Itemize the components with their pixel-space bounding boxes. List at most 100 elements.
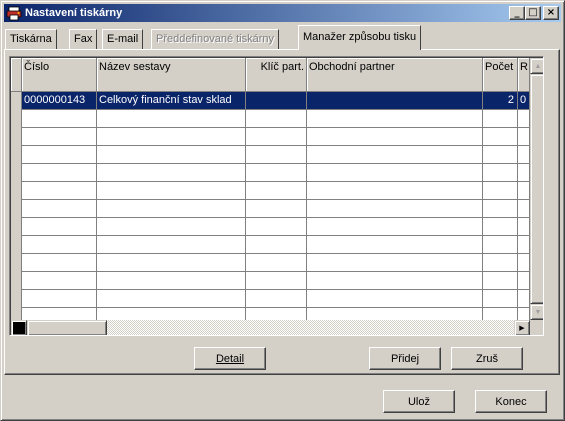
tab-predefined-printers[interactable]: Předdefinované tiskárny bbox=[151, 29, 280, 49]
scroll-down-arrow-icon[interactable]: ▼ bbox=[530, 304, 543, 320]
table-cell bbox=[97, 272, 246, 290]
table-cell bbox=[307, 146, 483, 164]
cell-nazev-sestavy: Celkový finanční stav sklad bbox=[97, 92, 246, 110]
table-cell bbox=[518, 236, 530, 254]
close-button[interactable]: × bbox=[543, 6, 559, 20]
tab-fax[interactable]: Fax bbox=[69, 29, 98, 49]
horizontal-scrollbar[interactable]: ◀ ▶ bbox=[11, 320, 530, 335]
table-cell bbox=[483, 236, 518, 254]
table-cell bbox=[483, 200, 518, 218]
table-cell bbox=[97, 182, 246, 200]
scroll-corner bbox=[530, 320, 543, 335]
table-cell bbox=[97, 254, 246, 272]
title-bar[interactable]: Nastavení tiskárny _ □ × bbox=[4, 4, 561, 22]
table-cell bbox=[22, 110, 97, 128]
vertical-scrollbar[interactable]: ▲ ▼ bbox=[530, 58, 543, 320]
table-cell bbox=[22, 182, 97, 200]
maximize-button[interactable]: □ bbox=[525, 6, 541, 20]
table-cell bbox=[518, 218, 530, 236]
printer-icon bbox=[6, 6, 22, 21]
table-cell bbox=[307, 164, 483, 182]
table-cell bbox=[246, 110, 307, 128]
cancel-button[interactable]: Zruš bbox=[451, 347, 523, 370]
col-header-klic-part[interactable]: Klíč part. bbox=[246, 58, 307, 92]
table-cell bbox=[518, 110, 530, 128]
col-header-r[interactable]: R bbox=[518, 58, 530, 92]
table-cell bbox=[246, 146, 307, 164]
table-cell bbox=[246, 182, 307, 200]
table-cell bbox=[483, 110, 518, 128]
horizontal-scroll-thumb[interactable] bbox=[27, 320, 107, 335]
table-cell bbox=[483, 128, 518, 146]
table-cell bbox=[483, 146, 518, 164]
tab-strip: Tiskárna Fax E-mail Předdefinované tiská… bbox=[1, 23, 565, 51]
col-header-pocet[interactable]: Počet bbox=[483, 58, 518, 92]
table-cell bbox=[22, 290, 97, 308]
detail-button-label: Detail bbox=[215, 352, 245, 365]
table-cell bbox=[483, 254, 518, 272]
table-cell bbox=[246, 254, 307, 272]
save-button[interactable]: Ulož bbox=[383, 390, 455, 413]
table-cell bbox=[22, 164, 97, 182]
table-cell bbox=[518, 272, 530, 290]
grid-corner-header bbox=[11, 58, 22, 92]
vertical-scroll-thumb[interactable] bbox=[530, 74, 543, 304]
table-cell bbox=[246, 128, 307, 146]
table-cell bbox=[97, 290, 246, 308]
col-header-nazev-sestavy[interactable]: Název sestavy bbox=[97, 58, 246, 92]
scroll-right-arrow-icon[interactable]: ▶ bbox=[514, 320, 530, 335]
table-cell bbox=[22, 200, 97, 218]
tab-tiskarna[interactable]: Tiskárna bbox=[5, 29, 57, 49]
cell-klic-part bbox=[246, 92, 307, 110]
table-cell bbox=[518, 128, 530, 146]
tab-email[interactable]: E-mail bbox=[102, 29, 144, 49]
table-cell bbox=[483, 164, 518, 182]
table-cell bbox=[22, 218, 97, 236]
table-cell bbox=[518, 146, 530, 164]
table-cell bbox=[246, 218, 307, 236]
table-cell bbox=[97, 236, 246, 254]
table-cell bbox=[307, 182, 483, 200]
minimize-button[interactable]: _ bbox=[509, 6, 525, 20]
col-header-cislo[interactable]: Číslo bbox=[22, 58, 97, 92]
scroll-left-arrow-icon[interactable]: ◀ bbox=[11, 320, 27, 335]
table-cell bbox=[97, 218, 246, 236]
cell-cislo: 0000000143 bbox=[22, 92, 97, 110]
table-cell bbox=[518, 254, 530, 272]
table-cell bbox=[518, 290, 530, 308]
scroll-up-arrow-icon[interactable]: ▲ bbox=[530, 58, 543, 74]
table-cell bbox=[22, 128, 97, 146]
table-cell bbox=[307, 272, 483, 290]
table-cell bbox=[307, 218, 483, 236]
table-cell bbox=[307, 110, 483, 128]
table-cell bbox=[307, 200, 483, 218]
add-button[interactable]: Přidej bbox=[369, 347, 441, 370]
table-cell bbox=[307, 254, 483, 272]
table-cell bbox=[22, 146, 97, 164]
add-button-label: Přidej bbox=[390, 352, 420, 365]
table-cell bbox=[22, 272, 97, 290]
table-cell bbox=[307, 128, 483, 146]
window-title: Nastavení tiskárny bbox=[25, 7, 123, 19]
printer-settings-window: Nastavení tiskárny _ □ × Tiskárna Fax E-… bbox=[0, 0, 565, 421]
tab-print-method-manager[interactable]: Manažer způsobu tisku bbox=[298, 25, 422, 50]
table-cell bbox=[518, 182, 530, 200]
table-cell bbox=[518, 200, 530, 218]
table-cell bbox=[307, 236, 483, 254]
detail-button[interactable]: Detail bbox=[194, 347, 266, 370]
table-cell bbox=[483, 218, 518, 236]
report-grid: Číslo Název sestavy Klíč part. Obchodní … bbox=[9, 56, 544, 336]
table-cell bbox=[246, 236, 307, 254]
table-cell bbox=[246, 272, 307, 290]
table-cell bbox=[22, 236, 97, 254]
table-cell bbox=[246, 200, 307, 218]
table-cell bbox=[246, 164, 307, 182]
table-cell bbox=[307, 290, 483, 308]
table-cell bbox=[97, 146, 246, 164]
col-header-obchodni-partner[interactable]: Obchodní partner bbox=[307, 58, 483, 92]
cell-r: 0 bbox=[518, 92, 530, 110]
table-cell bbox=[97, 164, 246, 182]
row-header-column bbox=[11, 58, 22, 320]
close-dialog-button[interactable]: Konec bbox=[475, 390, 547, 413]
table-cell bbox=[22, 254, 97, 272]
